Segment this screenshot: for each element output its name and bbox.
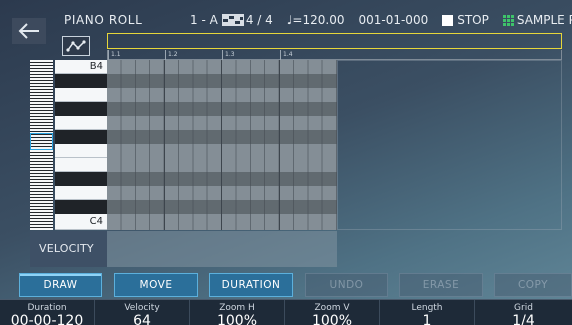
status-line: 1 - A 4 / 4 ♩=120.00 001-01-000 STOP SAM… bbox=[190, 13, 572, 27]
param-value: 100% bbox=[216, 313, 258, 325]
undo-button[interactable]: UNDO bbox=[305, 273, 388, 297]
ruler-mark: 1.1 bbox=[108, 50, 121, 60]
param-label: Duration bbox=[27, 303, 67, 313]
param-label: Velocity bbox=[124, 303, 160, 313]
grid-lane-dark bbox=[107, 172, 337, 186]
param-zoom-h[interactable]: Zoom H 100% bbox=[190, 300, 285, 325]
beat-line bbox=[279, 60, 280, 230]
beat-line bbox=[164, 60, 165, 230]
curve-icon bbox=[66, 40, 86, 52]
copy-button[interactable]: COPY bbox=[494, 273, 572, 297]
parameter-bar: Duration 00-00-120 Velocity 64 Zoom H 10… bbox=[0, 299, 572, 325]
param-value: 1/4 bbox=[512, 313, 535, 325]
param-velocity[interactable]: Velocity 64 bbox=[95, 300, 190, 325]
top-bar: PIANO ROLL 1 - A 4 / 4 ♩=120.00 001-01-0… bbox=[0, 0, 572, 56]
param-value: 100% bbox=[311, 313, 353, 325]
left-arrow-icon bbox=[18, 23, 39, 39]
key-label-bottom: C4 bbox=[89, 216, 103, 227]
piano-key[interactable] bbox=[55, 116, 107, 130]
param-label: Length bbox=[411, 303, 443, 313]
duration-button[interactable]: DURATION bbox=[209, 273, 293, 297]
sample-pad-link[interactable]: SAMPLE PAD bbox=[517, 13, 572, 27]
draw-button[interactable]: DRAW bbox=[19, 273, 102, 297]
keyboard-view-selector[interactable] bbox=[30, 133, 53, 150]
piano-key[interactable] bbox=[55, 158, 107, 172]
grid-lane-dark bbox=[107, 130, 337, 144]
piano-keyboard: B4 C4 bbox=[30, 60, 107, 230]
piano-key[interactable] bbox=[55, 144, 107, 158]
ruler-mark: 1.2 bbox=[165, 50, 178, 60]
timeline-overview[interactable] bbox=[107, 33, 562, 49]
empty-timeline-area[interactable] bbox=[337, 60, 562, 230]
erase-button[interactable]: ERASE bbox=[399, 273, 483, 297]
piano-key[interactable] bbox=[55, 200, 107, 214]
beat-line bbox=[221, 60, 222, 230]
param-value: 00-00-120 bbox=[10, 313, 84, 325]
move-button[interactable]: MOVE bbox=[114, 273, 198, 297]
key-label-top: B4 bbox=[89, 61, 103, 72]
back-button[interactable] bbox=[12, 18, 46, 44]
velocity-label: VELOCITY bbox=[39, 242, 94, 255]
tempo-display: ♩=120.00 bbox=[286, 13, 345, 27]
piano-key[interactable] bbox=[55, 102, 107, 116]
page-title: PIANO ROLL bbox=[64, 13, 143, 27]
octave-keys: B4 C4 bbox=[55, 60, 107, 230]
grid-lane-dark bbox=[107, 102, 337, 116]
piano-key[interactable] bbox=[55, 88, 107, 102]
time-signature: 4 / 4 bbox=[245, 13, 273, 27]
grid-lane-dark bbox=[107, 200, 337, 214]
param-label: Zoom H bbox=[219, 303, 255, 313]
piano-key[interactable] bbox=[55, 172, 107, 186]
param-label: Zoom V bbox=[314, 303, 350, 313]
param-value: 1 bbox=[422, 313, 432, 325]
note-grid[interactable] bbox=[107, 60, 337, 230]
position-display: 001-01-000 bbox=[358, 13, 429, 27]
stop-icon bbox=[442, 14, 454, 26]
param-value: 64 bbox=[133, 313, 151, 325]
measure-ruler[interactable]: 1.1 1.2 1.3 1.4 bbox=[107, 50, 562, 60]
piano-key[interactable] bbox=[55, 74, 107, 88]
param-zoom-v[interactable]: Zoom V 100% bbox=[285, 300, 380, 325]
transport-state: STOP bbox=[457, 13, 489, 27]
param-grid[interactable]: Grid 1/4 bbox=[475, 300, 572, 325]
velocity-lane[interactable] bbox=[107, 231, 337, 267]
param-duration[interactable]: Duration 00-00-120 bbox=[0, 300, 95, 325]
ruler-mark: 1.3 bbox=[222, 50, 235, 60]
grid-pad-icon bbox=[502, 14, 514, 26]
piano-key[interactable] bbox=[55, 186, 107, 200]
param-label: Grid bbox=[514, 303, 533, 313]
grid-lane-dark bbox=[107, 74, 337, 88]
curve-button[interactable] bbox=[62, 36, 90, 56]
track-name: 1 - A bbox=[190, 13, 218, 27]
velocity-label-panel: VELOCITY bbox=[30, 231, 107, 267]
pattern-icon bbox=[221, 14, 244, 26]
ruler-mark: 1.4 bbox=[280, 50, 293, 60]
param-length[interactable]: Length 1 bbox=[380, 300, 475, 325]
piano-key[interactable] bbox=[55, 130, 107, 144]
